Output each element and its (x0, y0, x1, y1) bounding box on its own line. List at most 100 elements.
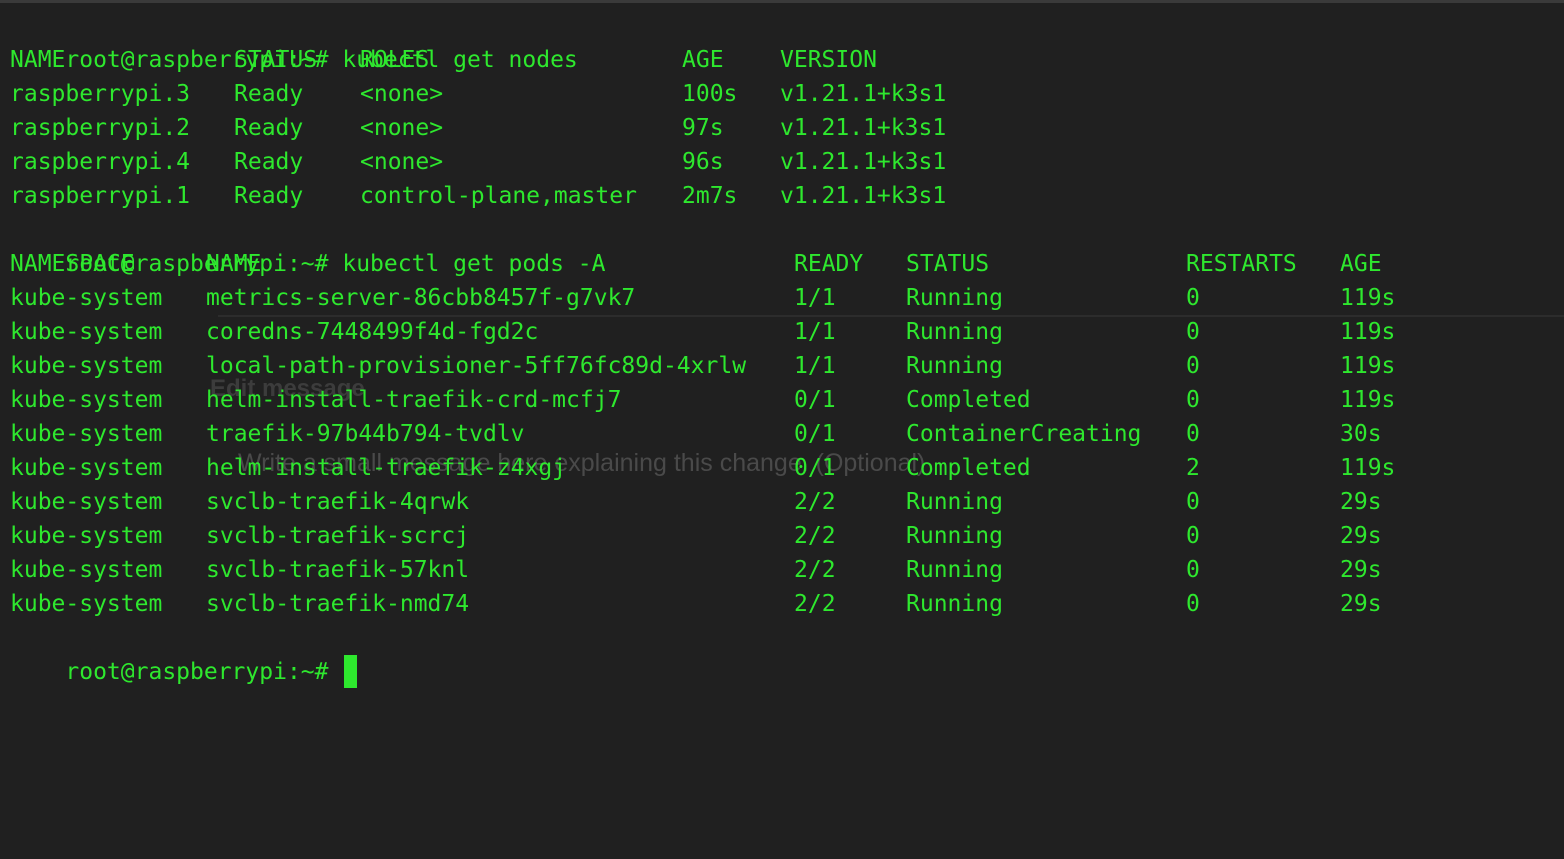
pod-ready: 0/1 (794, 421, 836, 447)
pod-restarts: 0 (1186, 421, 1200, 447)
header-version: VERSION (780, 47, 877, 73)
pod-restarts: 0 (1186, 489, 1200, 515)
command-line-nodes: root@raspberrypi:~# kubectl get nodes (10, 9, 577, 73)
table-row: kube-system svclb-traefik-scrcj 2/2 Runn… (10, 519, 1382, 553)
pod-namespace: kube-system (10, 557, 163, 583)
terminal-window[interactable]: Edit message Write a small message here … (0, 0, 1564, 688)
table-row: raspberrypi.3 Ready <none> 100s v1.21.1+… (10, 77, 946, 111)
pod-status: Running (906, 591, 1003, 617)
pod-name: traefik-97b44b794-tvdlv (206, 421, 525, 447)
pod-ready: 0/1 (794, 455, 836, 481)
text-cursor (344, 655, 358, 688)
pod-name: helm-install-traefik-crd-mcfj7 (206, 387, 622, 413)
pod-age: 119s (1340, 455, 1396, 481)
node-age: 2m7s (682, 183, 738, 209)
pod-restarts: 0 (1186, 591, 1200, 617)
node-age: 97s (682, 115, 724, 141)
header-roles: ROLES (360, 47, 430, 73)
table-row: kube-system local-path-provisioner-5ff76… (10, 349, 1395, 383)
pod-ready: 2/2 (794, 591, 836, 617)
pod-status: ContainerCreating (906, 421, 1142, 447)
pod-restarts: 0 (1186, 319, 1200, 345)
pod-age: 30s (1340, 421, 1382, 447)
header-status: STATUS (234, 47, 318, 73)
pod-restarts: 0 (1186, 523, 1200, 549)
pod-name: svclb-traefik-scrcj (206, 523, 470, 549)
pod-name: metrics-server-86cbb8457f-g7vk7 (206, 285, 636, 311)
pod-name: svclb-traefik-4qrwk (206, 489, 470, 515)
pod-restarts: 0 (1186, 353, 1200, 379)
pod-age: 119s (1340, 319, 1396, 345)
node-name: raspberrypi.3 (10, 81, 191, 107)
table-row: kube-system coredns-7448499f4d-fgd2c 1/1… (10, 315, 1395, 349)
node-roles: <none> (360, 149, 444, 175)
header-status: STATUS (906, 251, 990, 277)
table-row: kube-system svclb-traefik-4qrwk 2/2 Runn… (10, 485, 1382, 519)
pods-table-header: NAMESPACE NAME READY STATUS RESTARTS AGE (10, 247, 1382, 281)
table-row: kube-system helm-install-traefik-crd-mcf… (10, 383, 1395, 417)
pod-ready: 1/1 (794, 319, 836, 345)
pod-status: Completed (906, 387, 1031, 413)
command-line-pods: root@raspberrypi:~# kubectl get pods -A (10, 213, 605, 277)
table-row: raspberrypi.2 Ready <none> 97s v1.21.1+k… (10, 111, 946, 145)
node-roles: <none> (360, 115, 444, 141)
pod-name: svclb-traefik-57knl (206, 557, 470, 583)
node-version: v1.21.1+k3s1 (780, 149, 947, 175)
pod-name: svclb-traefik-nmd74 (206, 591, 470, 617)
pod-namespace: kube-system (10, 319, 163, 345)
node-status: Ready (234, 115, 304, 141)
pod-ready: 2/2 (794, 489, 836, 515)
table-row: kube-system svclb-traefik-57knl 2/2 Runn… (10, 553, 1382, 587)
pod-restarts: 0 (1186, 285, 1200, 311)
shell-prompt: root@raspberrypi:~# (65, 659, 329, 685)
header-restarts: RESTARTS (1186, 251, 1297, 277)
pod-age: 29s (1340, 557, 1382, 583)
header-ready: READY (794, 251, 864, 277)
pod-age: 29s (1340, 591, 1382, 617)
command-text: kubectl get pods -A (342, 251, 606, 277)
pod-restarts: 0 (1186, 557, 1200, 583)
node-name: raspberrypi.1 (10, 183, 191, 209)
node-age: 100s (682, 81, 738, 107)
table-row: raspberrypi.1 Ready control-plane,master… (10, 179, 946, 213)
header-age: AGE (1340, 251, 1382, 277)
header-age: AGE (682, 47, 724, 73)
pod-age: 119s (1340, 353, 1396, 379)
header-namespace: NAMESPACE (10, 251, 135, 277)
pod-name: helm-install-traefik-z4xgj (206, 455, 567, 481)
active-prompt-line[interactable]: root@raspberrypi:~# (10, 621, 358, 688)
node-status: Ready (234, 81, 304, 107)
node-name: raspberrypi.4 (10, 149, 191, 175)
pod-namespace: kube-system (10, 455, 163, 481)
node-version: v1.21.1+k3s1 (780, 183, 947, 209)
pod-age: 29s (1340, 523, 1382, 549)
pod-status: Running (906, 353, 1003, 379)
pod-namespace: kube-system (10, 489, 163, 515)
pod-namespace: kube-system (10, 285, 163, 311)
pod-namespace: kube-system (10, 387, 163, 413)
pod-ready: 2/2 (794, 557, 836, 583)
table-row: kube-system metrics-server-86cbb8457f-g7… (10, 281, 1395, 315)
node-roles: control-plane,master (360, 183, 637, 209)
pod-status: Completed (906, 455, 1031, 481)
pod-namespace: kube-system (10, 353, 163, 379)
pod-ready: 0/1 (794, 387, 836, 413)
pod-namespace: kube-system (10, 591, 163, 617)
pod-restarts: 2 (1186, 455, 1200, 481)
header-name: NAME (206, 251, 262, 277)
node-age: 96s (682, 149, 724, 175)
pod-status: Running (906, 557, 1003, 583)
node-version: v1.21.1+k3s1 (780, 115, 947, 141)
pod-name: coredns-7448499f4d-fgd2c (206, 319, 539, 345)
pod-status: Running (906, 319, 1003, 345)
pod-ready: 2/2 (794, 523, 836, 549)
pod-ready: 1/1 (794, 285, 836, 311)
table-row: kube-system svclb-traefik-nmd74 2/2 Runn… (10, 587, 1382, 621)
pod-age: 29s (1340, 489, 1382, 515)
header-name: NAME (10, 47, 66, 73)
pod-namespace: kube-system (10, 421, 163, 447)
node-name: raspberrypi.2 (10, 115, 191, 141)
node-roles: <none> (360, 81, 444, 107)
pod-restarts: 0 (1186, 387, 1200, 413)
pod-status: Running (906, 285, 1003, 311)
